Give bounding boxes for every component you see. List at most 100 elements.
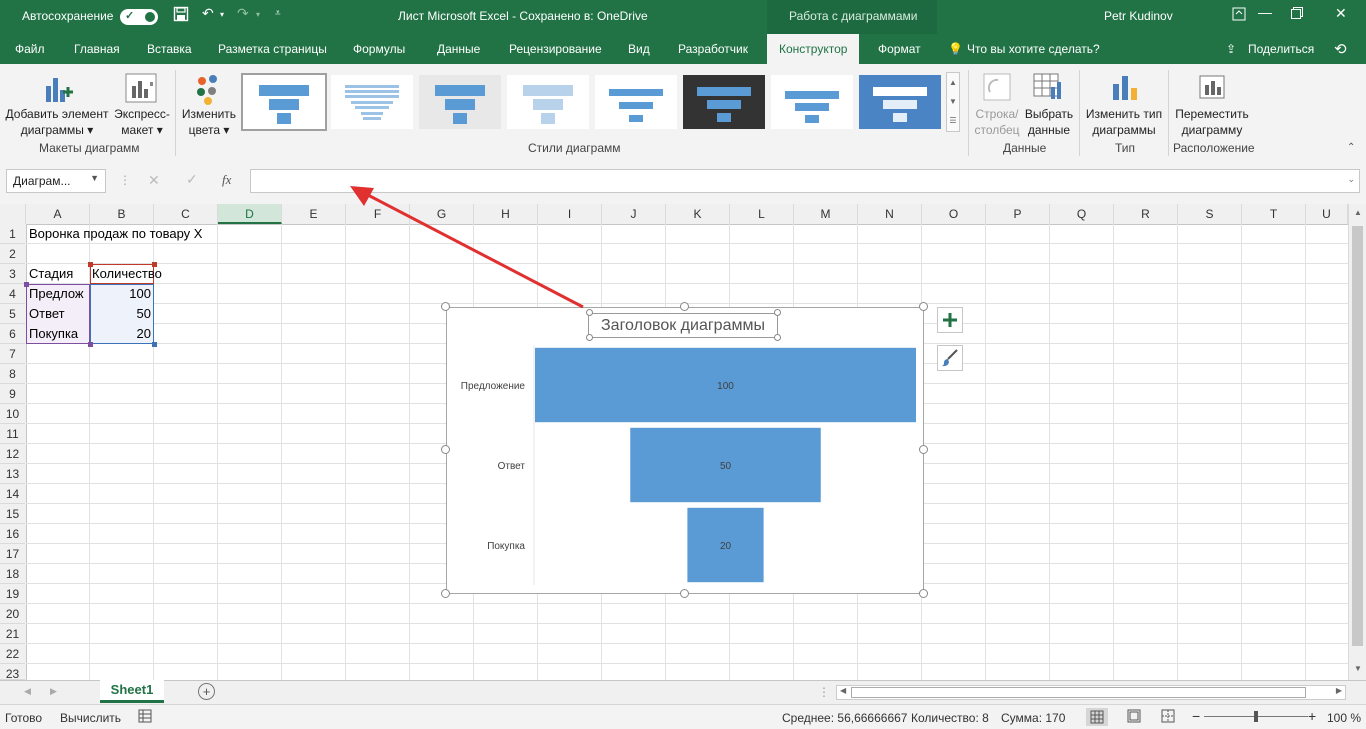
column-header[interactable]: T [1242,204,1306,224]
resize-handle[interactable] [919,302,928,311]
column-header[interactable]: S [1178,204,1242,224]
tab-data[interactable]: Данные [437,42,480,56]
close-icon[interactable]: ✕ [1335,5,1347,22]
share-icon[interactable]: ⇪ [1226,42,1236,56]
chevron-down-icon[interactable]: ▼ [1354,664,1362,673]
chevron-right-icon[interactable]: ▶ [1336,686,1342,695]
cell-a3[interactable]: Стадия [29,264,73,284]
cell-b3[interactable]: Количество [92,264,162,284]
column-header[interactable]: K [666,204,730,224]
range-handle[interactable] [24,282,29,287]
row-header[interactable]: 17 [0,544,25,564]
share-button[interactable]: Поделиться [1248,42,1314,56]
resize-handle[interactable] [441,445,450,454]
scroll-thumb[interactable] [1352,226,1363,646]
range-handle[interactable] [88,342,93,347]
tab-design[interactable]: Конструктор [767,34,860,65]
move-chart-icon[interactable] [1198,72,1228,105]
row-header[interactable]: 3 [0,264,25,284]
calculate-button[interactable]: Вычислить [60,711,121,725]
customize-toolbar-icon[interactable]: ⩡ [275,8,281,19]
data-label[interactable]: 100 [717,381,734,392]
chevron-right-icon[interactable]: ▶ [50,686,57,697]
minimize-icon[interactable]: — [1258,4,1272,20]
cell-a1[interactable]: Воронка продаж по товару X [29,224,202,244]
chart-style-thumb[interactable] [331,75,413,129]
category-label[interactable]: Предложение [461,381,526,392]
cell-b5[interactable]: 50 [90,304,151,324]
column-header[interactable]: Q [1050,204,1114,224]
range-handle[interactable] [152,342,157,347]
more-icon[interactable]: ☰ [947,111,959,130]
column-header[interactable]: E [282,204,346,224]
gallery-scroll[interactable]: ▲ ▼ ☰ [946,72,960,132]
quick-layout-button[interactable]: Экспресс-макет ▾ [108,106,176,138]
row-header[interactable]: 11 [0,424,25,444]
selection-handle[interactable] [586,334,593,341]
column-header[interactable]: R [1114,204,1178,224]
data-label[interactable]: 20 [720,541,732,552]
scroll-thumb[interactable] [851,687,1306,698]
category-label[interactable]: Покупка [487,541,525,552]
row-header[interactable]: 5 [0,304,25,324]
tab-view[interactable]: Вид [628,42,650,56]
ribbon-display-options-icon[interactable] [1232,7,1246,24]
chevron-down-icon[interactable]: ▼ [947,92,959,111]
tab-formulas[interactable]: Формулы [353,42,405,56]
range-handle[interactable] [88,262,93,267]
select-all-corner[interactable] [0,204,26,224]
column-header[interactable]: N [858,204,922,224]
chart-elements-button[interactable] [937,307,963,333]
tell-me-search[interactable]: Что вы хотите сделать? [967,42,1100,56]
chart-style-thumb[interactable] [771,75,853,129]
chevron-down-icon[interactable]: ▾ [220,10,224,19]
resize-handle[interactable] [680,302,689,311]
column-header[interactable]: P [986,204,1050,224]
cell-a6[interactable]: Покупка [29,324,78,344]
range-handle[interactable] [152,262,157,267]
change-chart-type-icon[interactable] [1110,72,1140,105]
zoom-in-icon[interactable]: + [1308,708,1316,724]
chart-style-thumb[interactable] [859,75,941,129]
resize-handle[interactable] [919,589,928,598]
selection-handle[interactable] [774,309,781,316]
palette-icon[interactable] [192,72,226,109]
row-header[interactable]: 18 [0,564,25,584]
select-data-button[interactable]: Выбрать данные [1022,106,1076,138]
row-header[interactable]: 10 [0,404,25,424]
row-header[interactable]: 20 [0,604,25,624]
move-chart-button[interactable]: Переместить диаграмму [1170,106,1254,138]
row-header[interactable]: 6 [0,324,25,344]
row-header[interactable]: 1 [0,224,25,244]
page-break-view-icon[interactable] [1160,709,1176,726]
chart-style-thumb[interactable] [241,73,327,131]
chevron-up-icon[interactable]: ▲ [1354,208,1362,217]
resize-handle[interactable] [919,445,928,454]
change-chart-type-button[interactable]: Изменить тип диаграммы [1082,106,1166,138]
column-header[interactable]: M [794,204,858,224]
row-header[interactable]: 14 [0,484,25,504]
save-icon[interactable] [173,6,189,25]
enter-icon[interactable]: ✓ [186,171,198,188]
insert-function-icon[interactable]: fx [222,172,231,188]
chevron-down-icon[interactable]: ⌄ [1347,174,1355,185]
chevron-up-icon[interactable]: ▲ [947,73,959,92]
collapse-ribbon-icon[interactable]: ⌃ [1347,142,1355,153]
column-header[interactable]: D [218,204,282,224]
switch-row-column-button[interactable]: Строка/столбец [973,106,1021,138]
normal-view-icon[interactable] [1086,708,1108,726]
switch-row-column-icon[interactable] [982,72,1012,105]
funnel-chart[interactable]: 100 Предложение 50 Ответ 20 Покупка [446,307,924,594]
column-header[interactable]: B [90,204,154,224]
row-header[interactable]: 7 [0,344,25,364]
autosave-toggle[interactable]: ✓ [120,9,158,25]
data-label[interactable]: 50 [720,461,732,472]
chart-style-thumb[interactable] [595,75,677,129]
select-data-icon[interactable] [1033,72,1065,105]
add-sheet-icon[interactable]: + [198,683,215,700]
selection-handle[interactable] [774,334,781,341]
page-layout-view-icon[interactable] [1126,709,1142,726]
tab-file[interactable]: Файл [15,42,45,56]
resize-handle[interactable] [680,589,689,598]
change-colors-button[interactable]: Изменить цвета ▾ [178,106,240,138]
